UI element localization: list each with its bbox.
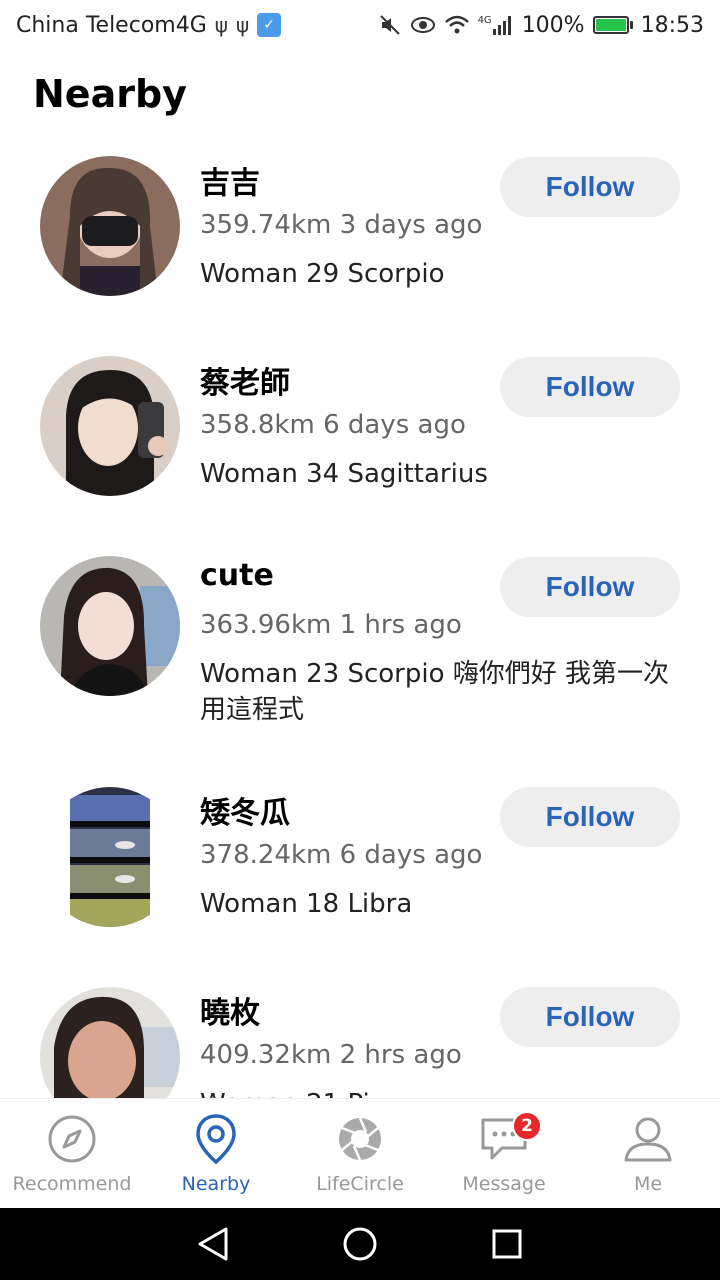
- clock: 18:53: [640, 12, 704, 38]
- user-bio: Woman 18 Libra: [200, 889, 413, 919]
- user-name[interactable]: 曉枚: [200, 988, 260, 1032]
- nav-label: Recommend: [12, 1173, 132, 1195]
- nav-label: LifeCircle: [316, 1173, 404, 1195]
- list-item[interactable]: cute 363.96km 1 hrs ago Woman 23 Scorpio…: [0, 540, 720, 770]
- person-icon: [622, 1113, 674, 1165]
- follow-button[interactable]: Follow: [500, 987, 680, 1047]
- distance-time: 363.96km 1 hrs ago: [200, 610, 462, 640]
- list-item[interactable]: 矮冬瓜 378.24km 6 days ago Woman 18 Libra F…: [0, 770, 720, 970]
- usb-icon: ψ: [235, 13, 250, 37]
- distance-time: 378.24km 6 days ago: [200, 840, 483, 870]
- back-icon[interactable]: [193, 1224, 233, 1264]
- user-name[interactable]: 吉吉: [200, 158, 260, 202]
- mute-icon: [378, 13, 402, 37]
- nav-item-message[interactable]: 2 Message: [432, 1099, 576, 1208]
- bottom-nav: Recommend Nearby LifeCircle 2 Message Me: [0, 1098, 720, 1208]
- carrier-label: China Telecom4G: [16, 12, 207, 38]
- aperture-icon: [334, 1113, 386, 1165]
- nearby-user-list[interactable]: 吉吉 359.74km 3 days ago Woman 29 Scorpio …: [0, 140, 720, 1098]
- nav-item-recommend[interactable]: Recommend: [0, 1099, 144, 1208]
- user-bio: Woman 34 Sagittarius: [200, 459, 488, 489]
- follow-button[interactable]: Follow: [500, 557, 680, 617]
- distance-time: 358.8km 6 days ago: [200, 410, 466, 440]
- avatar[interactable]: [40, 556, 180, 696]
- eye-icon: [410, 14, 436, 36]
- usb-icon: ψ: [214, 13, 228, 37]
- list-item[interactable]: 蔡老師 358.8km 6 days ago Woman 34 Sagittar…: [0, 340, 720, 540]
- nav-label: Message: [462, 1173, 546, 1195]
- avatar[interactable]: [40, 356, 180, 496]
- avatar[interactable]: [40, 156, 180, 296]
- recents-icon[interactable]: [487, 1224, 527, 1264]
- distance-time: 359.74km 3 days ago: [200, 210, 483, 240]
- status-bar: China Telecom4G ψ ψ ✓ 4G 100% 18:53: [0, 0, 720, 50]
- nav-item-nearby[interactable]: Nearby: [144, 1099, 288, 1208]
- status-right: 4G 100% 18:53: [378, 13, 704, 38]
- compass-icon: [46, 1113, 98, 1165]
- user-name[interactable]: 矮冬瓜: [200, 788, 290, 832]
- user-bio: Woman 23 Scorpio 嗨你們好 我第一次用這程式: [200, 659, 670, 725]
- wifi-icon: [444, 14, 470, 36]
- follow-button[interactable]: Follow: [500, 787, 680, 847]
- user-bio: Woman 21 Pi: [200, 1086, 690, 1098]
- user-bio: Woman 29 Scorpio: [200, 259, 445, 289]
- nav-item-lifecircle[interactable]: LifeCircle: [288, 1099, 432, 1208]
- signal-icon: 4G: [478, 15, 514, 35]
- distance-time: 409.32km 2 hrs ago: [200, 1040, 462, 1070]
- status-left: China Telecom4G ψ ψ ✓: [16, 12, 282, 38]
- avatar[interactable]: [40, 787, 180, 927]
- follow-button[interactable]: Follow: [500, 357, 680, 417]
- battery-percent: 100%: [521, 12, 585, 38]
- system-nav-bar: [0, 1208, 720, 1280]
- user-name[interactable]: cute: [200, 558, 274, 593]
- follow-button[interactable]: Follow: [500, 157, 680, 217]
- nav-label: Nearby: [181, 1173, 251, 1195]
- page-title: Nearby: [33, 72, 187, 116]
- nav-item-me[interactable]: Me: [576, 1099, 720, 1208]
- network-type: 4G: [477, 15, 492, 26]
- battery-icon: [592, 16, 633, 34]
- app-notification-icon: ✓: [257, 13, 282, 37]
- unread-badge: 2: [512, 1111, 542, 1141]
- list-item[interactable]: 吉吉 359.74km 3 days ago Woman 29 Scorpio …: [0, 140, 720, 340]
- user-name[interactable]: 蔡老師: [200, 358, 290, 402]
- nav-label: Me: [633, 1173, 663, 1195]
- avatar[interactable]: [40, 987, 180, 1098]
- home-icon[interactable]: [340, 1224, 380, 1264]
- list-item[interactable]: 曉枚 409.32km 2 hrs ago Woman 21 Pi Follow: [0, 970, 720, 1098]
- location-pin-icon: [190, 1113, 242, 1165]
